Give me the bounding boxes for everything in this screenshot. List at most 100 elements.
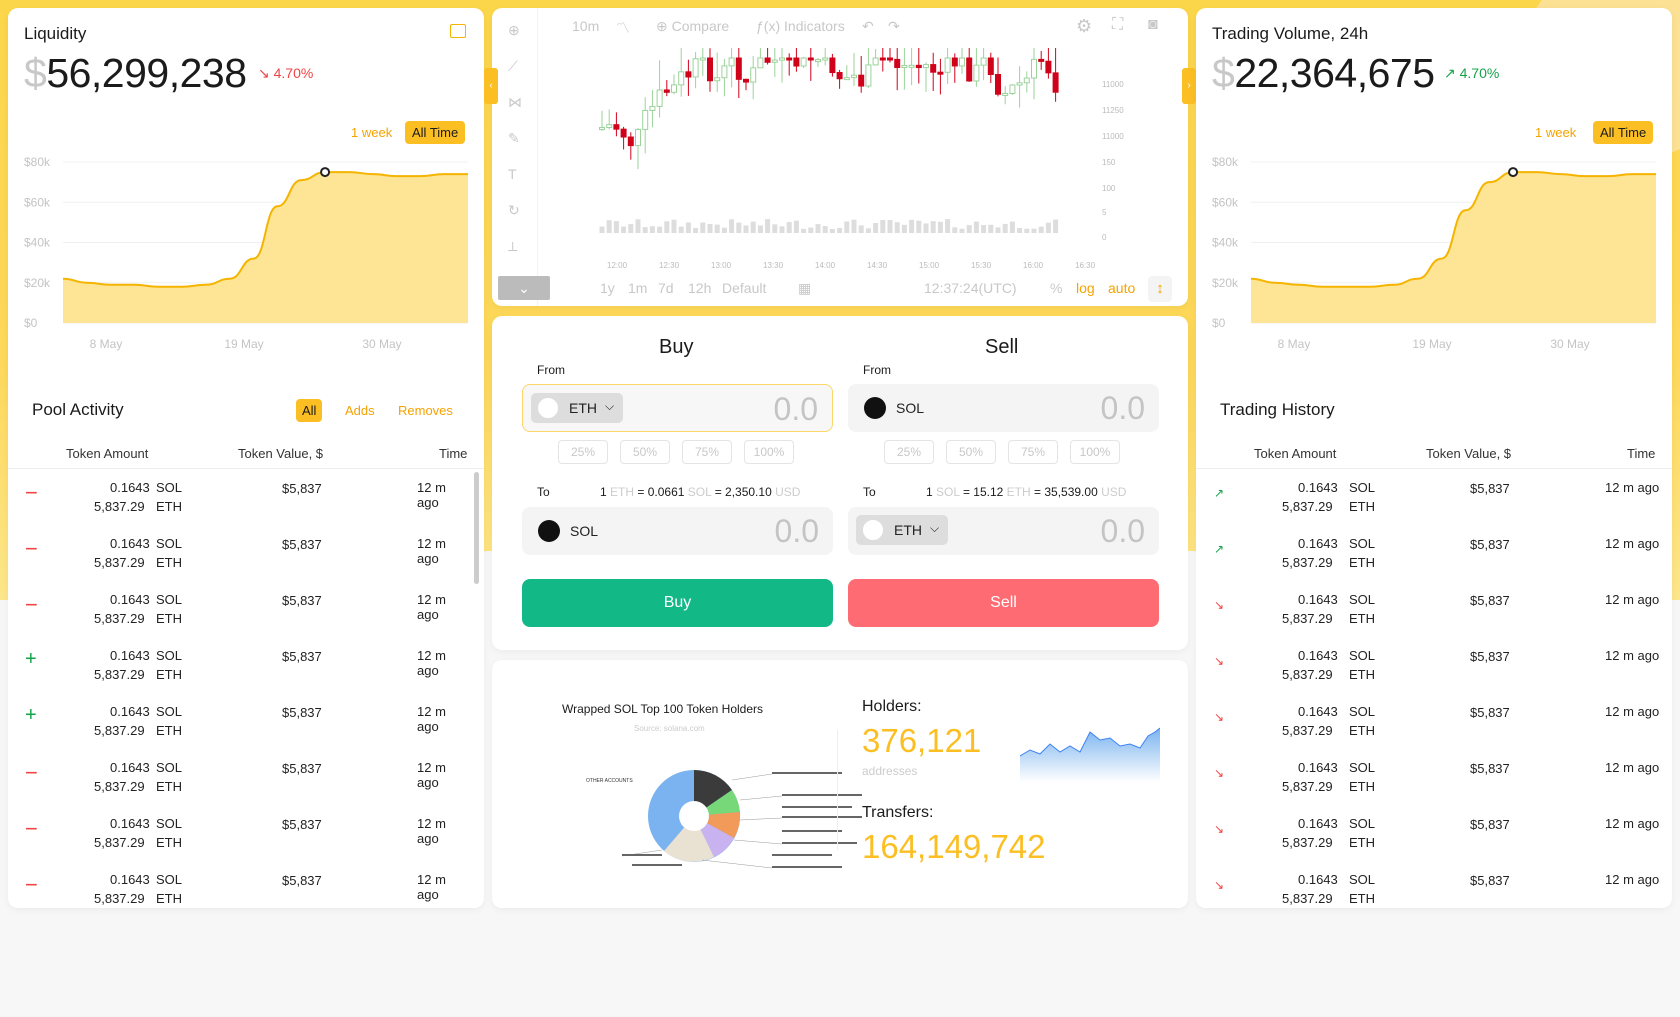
- token-symbol-2: ETH: [1349, 667, 1375, 682]
- sell-pct-50[interactable]: 50%: [946, 440, 996, 464]
- percent-toggle[interactable]: %: [1050, 280, 1062, 296]
- trend-line-icon[interactable]: ⟋: [508, 58, 518, 75]
- table-row[interactable]: +0.1643 SOL 5,837.29 ETH $5,837 12 m ago: [8, 638, 470, 694]
- token-symbol-1: SOL: [156, 592, 183, 607]
- scale-arrows-icon[interactable]: ↕: [1148, 276, 1172, 302]
- candle-body: [944, 57, 951, 73]
- buy-from-amount[interactable]: 0.0: [774, 391, 818, 428]
- sell-to-field[interactable]: ETH ⌵ 0.0: [848, 507, 1159, 555]
- token-amount-2: 5,837.29: [1282, 835, 1333, 850]
- trend-down-icon: ↘: [1214, 598, 1225, 612]
- table-row[interactable]: − 0.1643 SOL 5,837.29 ETH $5,837 12 m ago: [8, 862, 470, 918]
- buy-pct-100[interactable]: 100%: [744, 440, 794, 464]
- eth-icon: [537, 397, 559, 419]
- token-amount-1: 0.1643: [110, 872, 150, 887]
- table-row[interactable]: − 0.1643 SOL 5,837.29 ETH $5,837 12 m ago: [8, 806, 470, 862]
- token-symbol-2: ETH: [1349, 835, 1375, 850]
- buy-pct-75[interactable]: 75%: [682, 440, 732, 464]
- scrollbar[interactable]: [474, 472, 479, 584]
- collapse-toolbar-icon[interactable]: ⌄: [498, 276, 550, 300]
- buy-from-token-select[interactable]: ETH ⌵: [531, 393, 623, 423]
- candle-body: [642, 109, 649, 130]
- sell-button[interactable]: Sell: [848, 579, 1159, 627]
- token-amount-2: 5,837.29: [94, 555, 145, 570]
- table-row[interactable]: ↘ 0.1643 SOL 5,837.29 ETH $5,837 12 m ago: [1196, 862, 1672, 918]
- brush-icon[interactable]: ✎: [508, 130, 520, 147]
- liquidity-change: ↘ 4.70%: [258, 65, 314, 81]
- text-tool-icon[interactable]: T: [508, 166, 517, 182]
- buy-from-field[interactable]: ETH ⌵ 0.0: [522, 384, 833, 432]
- chevron-right-icon[interactable]: ›: [1182, 68, 1196, 104]
- volume-bar: [981, 225, 987, 233]
- chart-type-icon[interactable]: 〽: [616, 18, 630, 38]
- calendar-icon[interactable]: ▦: [798, 280, 811, 297]
- indicators-button[interactable]: ƒ(x) Indicators: [756, 18, 845, 34]
- interval-select[interactable]: 10m: [572, 18, 599, 34]
- candle-body: [627, 136, 634, 147]
- table-row[interactable]: ↘ 0.1643 SOL 5,837.29 ETH $5,837 12 m ago: [1196, 694, 1672, 750]
- undo-icon[interactable]: ↶: [862, 18, 874, 35]
- table-row[interactable]: +0.1643 SOL 5,837.29 ETH $5,837 12 m ago: [8, 694, 470, 750]
- divider: [837, 730, 838, 850]
- range-1y[interactable]: 1y: [600, 280, 615, 296]
- transfers-label: Transfers:: [862, 804, 934, 821]
- table-row[interactable]: − 0.1643 SOL 5,837.29 ETH $5,837 12 m ago: [8, 526, 470, 582]
- pool-tab-adds[interactable]: Adds: [339, 399, 381, 422]
- range-1m[interactable]: 1m: [628, 280, 647, 296]
- sell-from-field[interactable]: SOL 0.0: [848, 384, 1159, 432]
- pool-tab-all[interactable]: All: [296, 399, 323, 422]
- redo-icon[interactable]: ↷: [888, 18, 900, 35]
- table-row[interactable]: ↘ 0.1643 SOL 5,837.29 ETH $5,837 12 m ago: [1196, 750, 1672, 806]
- table-row[interactable]: − 0.1643 SOL 5,837.29 ETH $5,837 12 m ago: [8, 470, 470, 526]
- image-icon[interactable]: [450, 24, 466, 38]
- token-amount-2: 5,837.29: [94, 835, 145, 850]
- token-symbol-2: ETH: [1349, 723, 1375, 738]
- range-7d[interactable]: 7d: [658, 280, 674, 296]
- range-12h[interactable]: 12h: [688, 280, 711, 296]
- reset-icon[interactable]: ↻: [508, 202, 520, 219]
- volume-bar: [779, 226, 785, 233]
- price-tick: 100: [1102, 184, 1116, 193]
- buy-pct-50[interactable]: 50%: [620, 440, 670, 464]
- table-row[interactable]: ↘ 0.1643 SOL 5,837.29 ETH $5,837 12 m ago: [1196, 638, 1672, 694]
- time-tick-label: 14:30: [867, 261, 888, 270]
- chevron-left-icon[interactable]: ‹: [484, 68, 498, 104]
- buy-to-amount[interactable]: 0.0: [775, 513, 819, 550]
- holders-card: Wrapped SOL Top 100 Token Holders Source…: [492, 660, 1188, 908]
- log-toggle[interactable]: log: [1076, 280, 1095, 296]
- buy-button[interactable]: Buy: [522, 579, 833, 627]
- sell-pct-100[interactable]: 100%: [1070, 440, 1120, 464]
- sell-pct-75[interactable]: 75%: [1008, 440, 1058, 464]
- sell-to-amount[interactable]: 0.0: [1101, 513, 1145, 550]
- volume-bar: [930, 221, 936, 233]
- table-row[interactable]: − 0.1643 SOL 5,837.29 ETH $5,837 12 m ago: [8, 582, 470, 638]
- transfers-value: 164,149,742: [862, 828, 1046, 865]
- table-row[interactable]: ↘ 0.1643 SOL 5,837.29 ETH $5,837 12 m ago: [1196, 582, 1672, 638]
- compare-button[interactable]: ⊕ Compare: [656, 18, 729, 35]
- range-default[interactable]: Default: [722, 280, 766, 296]
- token-value: $5,837: [282, 817, 322, 832]
- sell-to-token-select[interactable]: ETH ⌵: [856, 515, 948, 545]
- pie-hole: [679, 801, 709, 831]
- buy-to-field[interactable]: SOL 0.0: [522, 507, 833, 555]
- gear-icon[interactable]: ⚙: [1076, 16, 1092, 37]
- table-row[interactable]: − 0.1643 SOL 5,837.29 ETH $5,837 12 m ago: [8, 750, 470, 806]
- table-row[interactable]: ↗ 0.1643 SOL 5,837.29 ETH $5,837 12 m ago: [1196, 526, 1672, 582]
- camera-icon[interactable]: ◙: [1148, 16, 1158, 34]
- pool-tab-removes[interactable]: Removes: [392, 399, 459, 422]
- auto-toggle[interactable]: auto: [1108, 280, 1135, 296]
- buy-pct-25[interactable]: 25%: [558, 440, 608, 464]
- col-time: Time: [1627, 446, 1656, 461]
- crosshair-icon[interactable]: ⊕: [508, 22, 520, 39]
- ruler-icon[interactable]: ⟂: [508, 238, 517, 255]
- fullscreen-icon[interactable]: ⛶: [1112, 16, 1123, 34]
- y-tick-label: $20k: [24, 276, 51, 290]
- sell-pct-25[interactable]: 25%: [884, 440, 934, 464]
- table-row[interactable]: ↘ 0.1643 SOL 5,837.29 ETH $5,837 12 m ago: [1196, 806, 1672, 862]
- pie-source: Source: solana.com: [634, 724, 705, 733]
- network-icon[interactable]: ⋈: [508, 94, 522, 111]
- candle-body: [966, 57, 973, 82]
- table-row[interactable]: ↗ 0.1643 SOL 5,837.29 ETH $5,837 12 m ago: [1196, 470, 1672, 526]
- sell-from-amount[interactable]: 0.0: [1101, 390, 1145, 427]
- volume-chart: $80k $60k $40k $20k $0 8 May 19 May 30 May: [1212, 155, 1656, 351]
